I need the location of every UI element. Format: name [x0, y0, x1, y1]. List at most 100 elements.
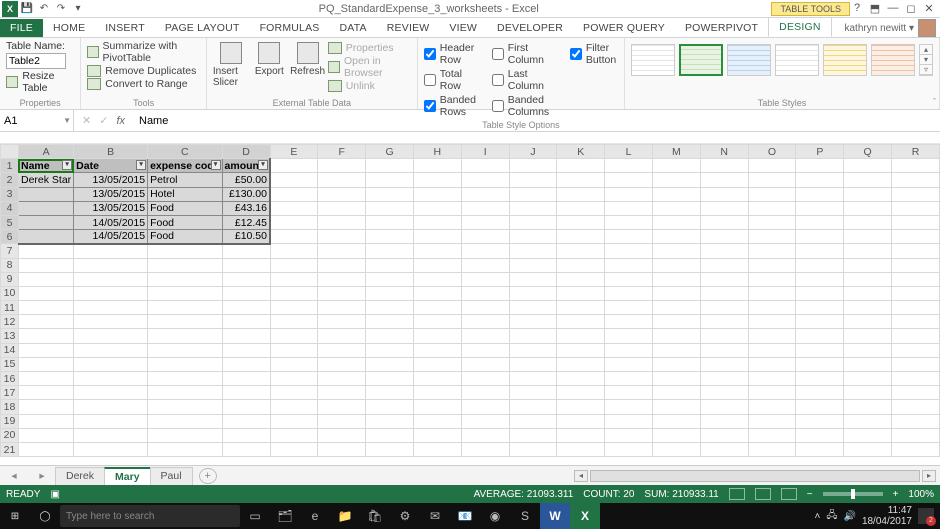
cell-R10[interactable]	[892, 286, 940, 300]
cell-N18[interactable]	[700, 400, 748, 414]
cell-N1[interactable]	[700, 159, 748, 173]
cell-P15[interactable]	[796, 357, 844, 371]
cell-J3[interactable]	[509, 187, 557, 201]
row-header-7[interactable]: 7	[1, 244, 19, 258]
styles-scroll[interactable]: ▴▾▿	[919, 44, 933, 76]
cell-J21[interactable]	[509, 442, 557, 456]
ribbon-tab-view[interactable]: VIEW	[439, 19, 487, 37]
cell-D3[interactable]: £130.00	[222, 187, 270, 201]
table-style-option[interactable]	[871, 44, 915, 76]
insert-slicer-button[interactable]: Insert Slicer	[213, 40, 249, 92]
row-header-5[interactable]: 5	[1, 215, 19, 229]
cell-F3[interactable]	[318, 187, 366, 201]
store-icon[interactable]: 🛍	[360, 503, 390, 529]
cell-I10[interactable]	[461, 286, 509, 300]
cell-Q21[interactable]	[844, 442, 892, 456]
cell-B12[interactable]	[74, 315, 148, 329]
cell-C8[interactable]	[148, 258, 222, 272]
cell-N12[interactable]	[700, 315, 748, 329]
cell-Q16[interactable]	[844, 372, 892, 386]
cell-Q13[interactable]	[844, 329, 892, 343]
cell-Q2[interactable]	[844, 173, 892, 187]
cell-J4[interactable]	[509, 201, 557, 215]
cell-N10[interactable]	[700, 286, 748, 300]
cell-K14[interactable]	[557, 343, 605, 357]
skype-icon[interactable]: S	[510, 503, 540, 529]
cell-F5[interactable]	[318, 215, 366, 229]
cell-D11[interactable]	[222, 301, 270, 315]
cell-Q1[interactable]	[844, 159, 892, 173]
cell-R1[interactable]	[892, 159, 940, 173]
ribbon-tab-formulas[interactable]: FORMULAS	[250, 19, 330, 37]
cell-A20[interactable]	[18, 428, 73, 442]
cell-I15[interactable]	[461, 357, 509, 371]
cell-Q5[interactable]	[844, 215, 892, 229]
cell-Q11[interactable]	[844, 301, 892, 315]
cell-I9[interactable]	[461, 272, 509, 286]
col-header-F[interactable]: F	[318, 145, 366, 159]
ribbon-tab-data[interactable]: DATA	[330, 19, 377, 37]
cell-G8[interactable]	[366, 258, 414, 272]
cell-L21[interactable]	[605, 442, 653, 456]
namebox-dropdown-icon[interactable]: ▼	[63, 116, 71, 125]
row-header-14[interactable]: 14	[1, 343, 19, 357]
filter-dropdown-icon[interactable]: ▾	[211, 160, 221, 170]
row-header-4[interactable]: 4	[1, 201, 19, 215]
cell-E4[interactable]	[270, 201, 318, 215]
cell-C16[interactable]	[148, 372, 222, 386]
cell-A2[interactable]: Derek Star	[18, 173, 73, 187]
cell-I8[interactable]	[461, 258, 509, 272]
cell-F20[interactable]	[318, 428, 366, 442]
cell-C15[interactable]	[148, 357, 222, 371]
cell-O18[interactable]	[748, 400, 796, 414]
cell-Q20[interactable]	[844, 428, 892, 442]
cell-B18[interactable]	[74, 400, 148, 414]
cell-B13[interactable]	[74, 329, 148, 343]
cell-I2[interactable]	[461, 173, 509, 187]
cell-M11[interactable]	[652, 301, 700, 315]
cell-E14[interactable]	[270, 343, 318, 357]
cell-B15[interactable]	[74, 357, 148, 371]
cell-Q18[interactable]	[844, 400, 892, 414]
cell-B8[interactable]	[74, 258, 148, 272]
cell-A8[interactable]	[18, 258, 73, 272]
cell-A19[interactable]	[18, 414, 73, 428]
col-header-N[interactable]: N	[700, 145, 748, 159]
cell-G18[interactable]	[366, 400, 414, 414]
cell-I16[interactable]	[461, 372, 509, 386]
table-style-option[interactable]	[679, 44, 723, 76]
word-icon[interactable]: W	[540, 503, 570, 529]
cell-D1[interactable]: amount▾	[222, 159, 270, 173]
row-header-13[interactable]: 13	[1, 329, 19, 343]
cell-N21[interactable]	[700, 442, 748, 456]
header-row-checkbox[interactable]: Header Row	[424, 42, 478, 66]
cell-D9[interactable]	[222, 272, 270, 286]
cell-K5[interactable]	[557, 215, 605, 229]
cell-C2[interactable]: Petrol	[148, 173, 222, 187]
row-header-8[interactable]: 8	[1, 258, 19, 272]
cell-K15[interactable]	[557, 357, 605, 371]
cell-R7[interactable]	[892, 244, 940, 258]
cell-L16[interactable]	[605, 372, 653, 386]
banded-rows-checkbox[interactable]: Banded Rows	[424, 94, 478, 118]
cell-D16[interactable]	[222, 372, 270, 386]
cell-G14[interactable]	[366, 343, 414, 357]
cell-M19[interactable]	[652, 414, 700, 428]
cell-R17[interactable]	[892, 386, 940, 400]
cell-Q17[interactable]	[844, 386, 892, 400]
zoom-slider[interactable]	[823, 492, 883, 496]
cell-A10[interactable]	[18, 286, 73, 300]
view-break-icon[interactable]	[781, 488, 797, 500]
cell-R3[interactable]	[892, 187, 940, 201]
col-header-O[interactable]: O	[748, 145, 796, 159]
cell-Q8[interactable]	[844, 258, 892, 272]
table-style-option[interactable]	[775, 44, 819, 76]
cell-F19[interactable]	[318, 414, 366, 428]
cell-A13[interactable]	[18, 329, 73, 343]
cell-D10[interactable]	[222, 286, 270, 300]
row-header-16[interactable]: 16	[1, 372, 19, 386]
cell-P1[interactable]	[796, 159, 844, 173]
row-header-19[interactable]: 19	[1, 414, 19, 428]
cell-K6[interactable]	[557, 230, 605, 244]
sheet-tab-mary[interactable]: Mary	[104, 467, 151, 485]
